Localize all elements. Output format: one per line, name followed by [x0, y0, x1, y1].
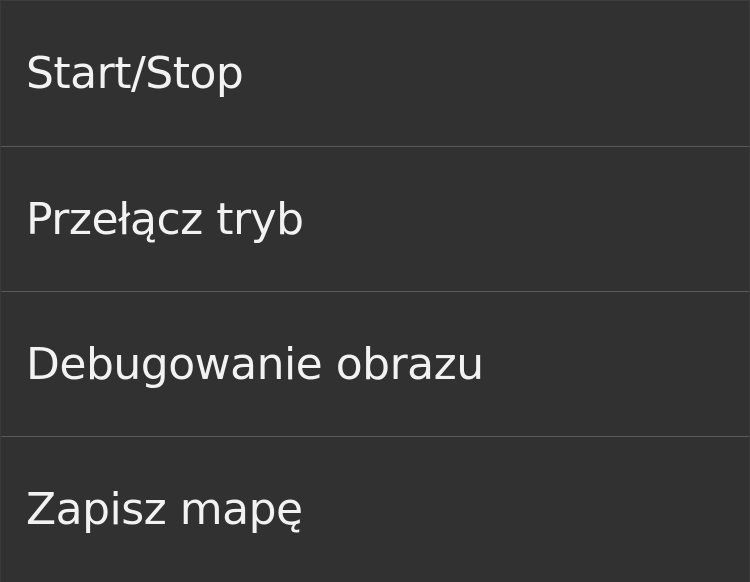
menu-item-label: Zapisz mapę [26, 484, 303, 535]
menu-item-label: Przełącz tryb [26, 193, 304, 245]
menu-item-label: Start/Stop [26, 48, 244, 99]
menu-item-image-debugging[interactable]: Debugowanie obrazu [1, 291, 749, 436]
menu-item-start-stop[interactable]: Start/Stop [1, 1, 749, 146]
options-menu: Start/Stop Przełącz tryb Debugowanie obr… [0, 0, 750, 582]
menu-item-label: Debugowanie obrazu [26, 338, 484, 390]
menu-item-toggle-mode[interactable]: Przełącz tryb [1, 146, 749, 291]
menu-item-save-map[interactable]: Zapisz mapę [1, 436, 749, 582]
